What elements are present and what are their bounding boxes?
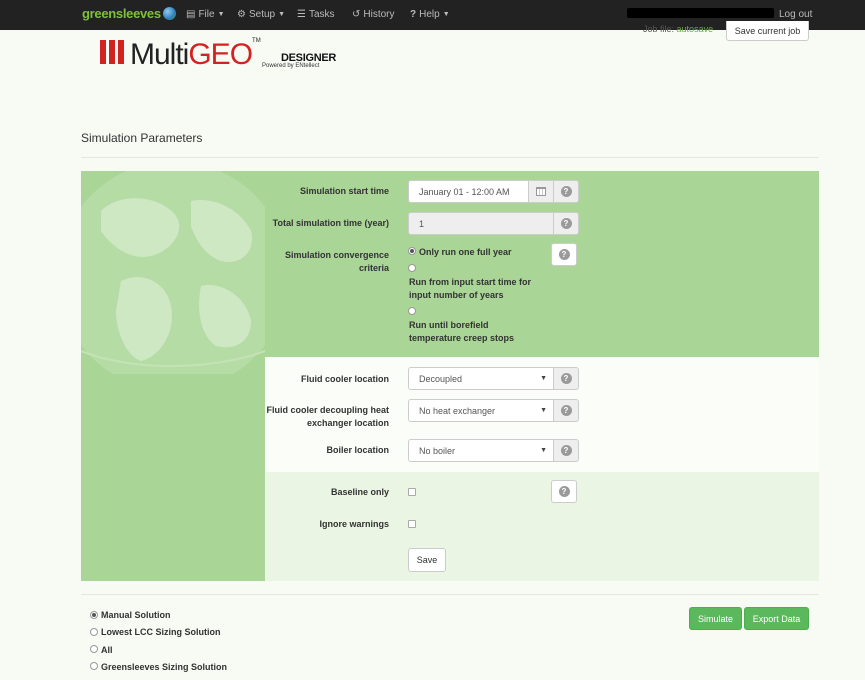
fluid-cooler-location-value: Decoupled: [419, 373, 463, 384]
menu-tasks[interactable]: ☰ Tasks: [297, 9, 335, 20]
question-icon: ?: [560, 405, 572, 416]
fluid-cooler-hx-label: Fluid cooler decoupling heat exchanger l…: [265, 404, 389, 430]
save-current-job-button[interactable]: Save current job: [726, 21, 809, 41]
fluid-cooler-hx-value: No heat exchanger: [419, 405, 496, 416]
boiler-location-label: Boiler location: [326, 445, 389, 455]
question-icon: ?: [560, 373, 572, 384]
solution-greensleeves-label: Greensleeves Sizing Solution: [101, 662, 228, 672]
solution-radio-lowest-lcc[interactable]: [90, 628, 98, 636]
option-line1: Run until borefield: [409, 320, 489, 330]
option-line2: temperature creep stops: [409, 333, 515, 343]
question-icon: ?: [560, 186, 572, 197]
question-icon: ?: [410, 9, 417, 20]
question-icon: ?: [558, 486, 570, 497]
option-line2: input number of years: [409, 290, 504, 300]
convergence-label-line2: criteria: [358, 263, 389, 273]
logo-powered-text: Powered by ENtellect: [262, 63, 320, 69]
solution-all-label: All: [101, 645, 113, 655]
divider: [81, 157, 819, 158]
caret-down-icon: ▼: [442, 11, 450, 18]
job-file-indicator: Job file: autosave: [643, 24, 713, 34]
total-time-help-button[interactable]: ?: [553, 212, 579, 235]
logo-geo-text: GEO: [188, 38, 253, 71]
convergence-radio-creep-stops[interactable]: [408, 307, 416, 315]
baseline-only-label: Baseline only: [330, 487, 389, 497]
convergence-help-button[interactable]: ?: [551, 243, 577, 266]
ignore-warnings-checkbox[interactable]: [408, 520, 416, 528]
baseline-only-checkbox[interactable]: [408, 488, 416, 496]
fluid-cooler-hx-label-line1: Fluid cooler decoupling heat: [266, 405, 389, 415]
fluid-cooler-hx-label-line2: exchanger location: [306, 418, 389, 428]
chevron-down-icon: ▼: [540, 407, 547, 414]
brand-name: greensleeves: [82, 6, 161, 21]
menu-file-label: File: [198, 9, 215, 20]
file-icon: ▤: [186, 9, 196, 20]
save-button[interactable]: Save: [408, 548, 446, 572]
convergence-radio-one-year[interactable]: [408, 247, 416, 255]
job-file-value: autosave: [676, 24, 714, 34]
fluid-cooler-location-help-button[interactable]: ?: [553, 367, 579, 390]
convergence-option-one-year: Only run one full year: [419, 247, 512, 257]
multigeo-logo: Multi GEO TM DESIGNER Powered by ENtelle…: [100, 36, 336, 71]
boiler-location-value: No boiler: [419, 445, 456, 456]
total-time-label: Total simulation time (year): [272, 218, 389, 228]
question-icon: ?: [560, 218, 572, 229]
menu-help[interactable]: ? Help ▼: [410, 9, 450, 20]
calendar-button[interactable]: [528, 180, 554, 203]
convergence-radio-input-years[interactable]: [408, 264, 416, 272]
globe-icon: [162, 7, 176, 20]
total-time-input[interactable]: 1: [408, 212, 554, 235]
menu-setup-label: Setup: [248, 9, 276, 20]
menu-file[interactable]: ▤ File ▼: [186, 9, 225, 20]
logo-tm-text: TM: [252, 38, 261, 44]
simulate-button[interactable]: Simulate: [689, 607, 742, 630]
fluid-cooler-hx-select[interactable]: No heat exchanger ▼: [408, 399, 554, 422]
boiler-location-select[interactable]: No boiler ▼: [408, 439, 554, 462]
caret-down-icon: ▼: [217, 11, 225, 18]
start-time-help-button[interactable]: ?: [553, 180, 579, 203]
fluid-cooler-hx-help-button[interactable]: ?: [553, 399, 579, 422]
chevron-down-icon: ▼: [540, 375, 547, 382]
baseline-only-help-button[interactable]: ?: [551, 480, 577, 503]
job-file-label: Job file:: [643, 24, 675, 34]
menu-help-label: Help: [419, 9, 440, 20]
logout-link[interactable]: Log out: [779, 9, 812, 20]
solution-radio-greensleeves[interactable]: [90, 662, 98, 670]
convergence-option-creep-stops: Run until borefield temperature creep st…: [409, 319, 514, 345]
question-icon: ?: [560, 445, 572, 456]
solution-manual-label: Manual Solution: [101, 610, 171, 620]
menu-history[interactable]: ↺ History: [352, 9, 395, 20]
menu-history-label: History: [363, 9, 395, 20]
fluid-cooler-location-label: Fluid cooler location: [300, 374, 389, 384]
boiler-location-help-button[interactable]: ?: [553, 439, 579, 462]
start-time-label: Simulation start time: [299, 186, 389, 196]
world-map-image: [81, 171, 265, 581]
calendar-icon: [536, 187, 546, 196]
convergence-label-line1: Simulation convergence: [284, 250, 389, 260]
history-icon: ↺: [352, 9, 361, 20]
question-icon: ?: [558, 249, 570, 260]
brand-logo[interactable]: greensleeves: [82, 6, 176, 21]
caret-down-icon: ▼: [278, 11, 286, 18]
menu-tasks-label: Tasks: [308, 9, 335, 20]
option-line1: Run from input start time for: [409, 277, 531, 287]
gear-icon: ⚙: [237, 9, 246, 20]
list-icon: ☰: [297, 9, 306, 20]
start-time-input[interactable]: January 01 - 12:00 AM: [408, 180, 529, 203]
page-title: Simulation Parameters: [81, 131, 203, 145]
chevron-down-icon: ▼: [540, 447, 547, 454]
convergence-option-input-years: Run from input start time for input numb…: [409, 276, 531, 302]
solution-radio-manual[interactable]: [90, 611, 98, 619]
redacted-username: [627, 8, 774, 18]
ignore-warnings-label: Ignore warnings: [319, 519, 389, 529]
logo-multi-text: Multi: [130, 38, 189, 71]
solution-radio-all[interactable]: [90, 645, 98, 653]
export-data-button[interactable]: Export Data: [744, 607, 809, 630]
logo-bars-icon: [100, 40, 124, 64]
divider: [81, 594, 819, 595]
fluid-cooler-location-select[interactable]: Decoupled ▼: [408, 367, 554, 390]
menu-setup[interactable]: ⚙ Setup ▼: [237, 9, 285, 20]
solution-lowest-lcc-label: Lowest LCC Sizing Solution: [101, 627, 221, 637]
convergence-label: Simulation convergence criteria: [265, 249, 389, 275]
